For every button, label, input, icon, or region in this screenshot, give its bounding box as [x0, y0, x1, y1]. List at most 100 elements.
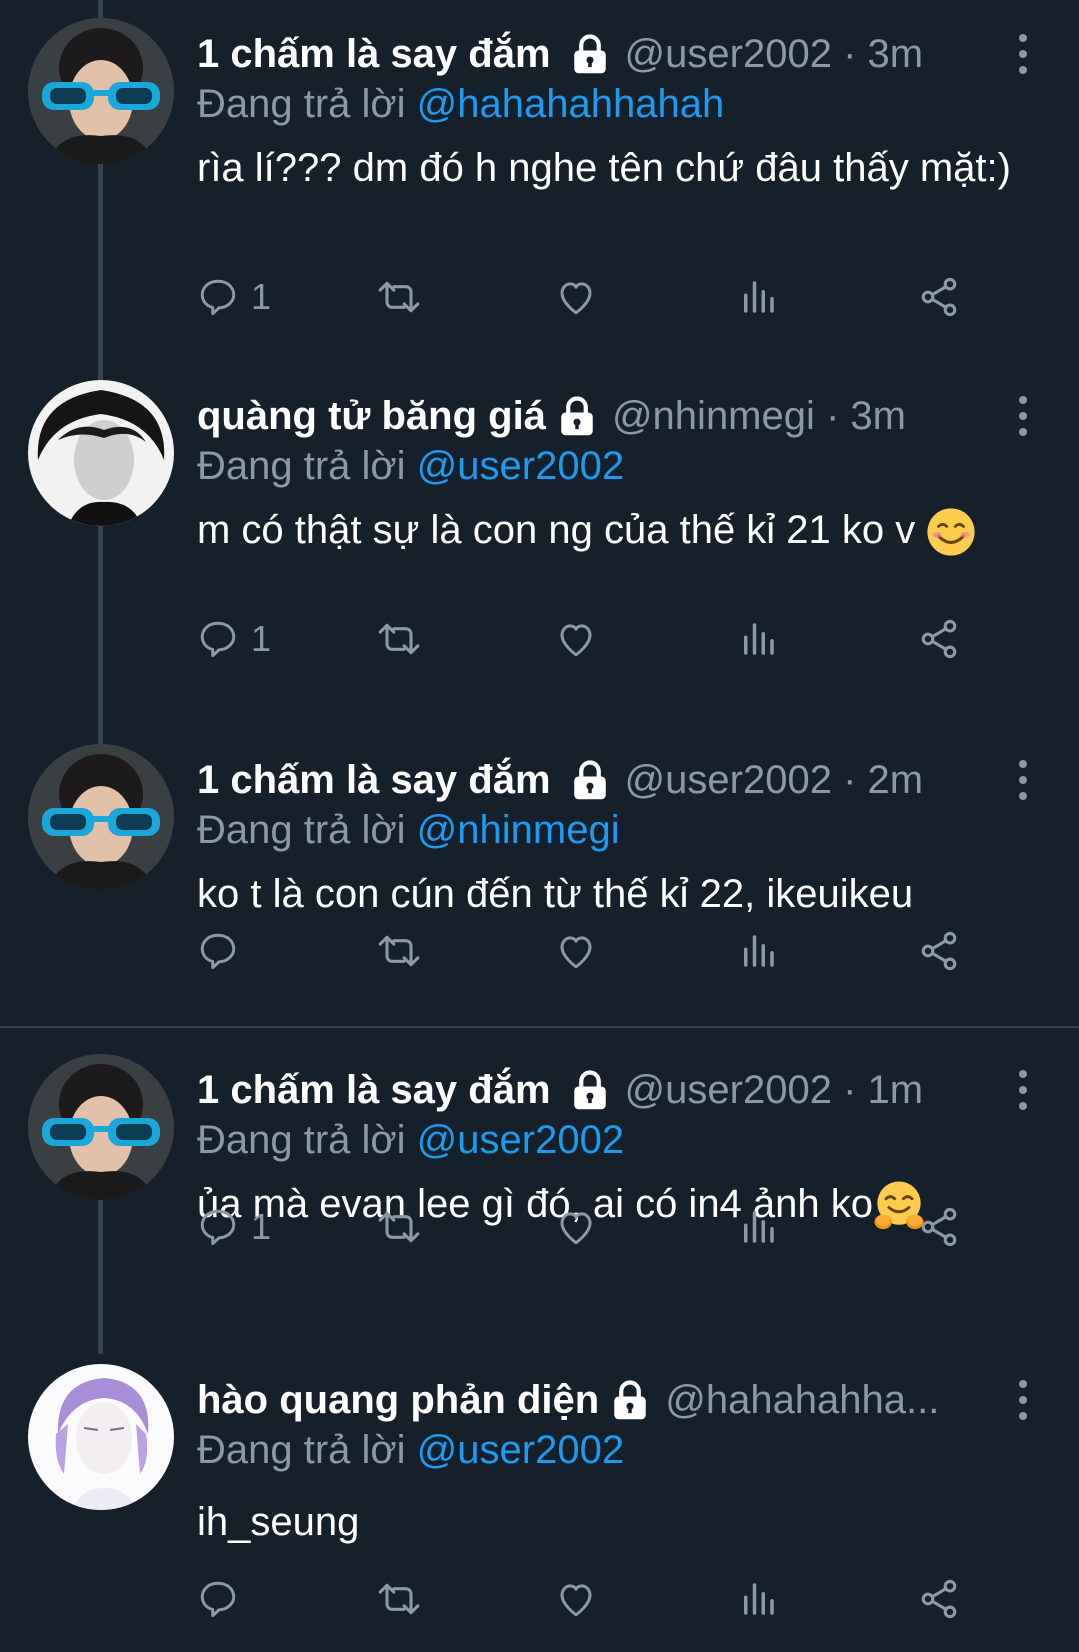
- tweet[interactable]: quàng tử băng giá @nhinmegi · 3m Đang tr…: [0, 364, 1079, 724]
- tweet[interactable]: 1 chấm là say đắm @user2002 · 3m Đang tr…: [0, 2, 1079, 362]
- avatar[interactable]: [28, 744, 174, 890]
- mention-link[interactable]: @hahahahhahah: [417, 82, 725, 126]
- avatar-blue-sunglasses-image: [28, 18, 174, 164]
- more-options-icon[interactable]: [1011, 32, 1035, 76]
- handle-and-time[interactable]: @user2002 · 2m: [625, 758, 924, 803]
- share-button[interactable]: [917, 1574, 961, 1624]
- reply-prefix: Đang trả lời: [197, 444, 406, 488]
- action-bar: [197, 1574, 1017, 1624]
- more-options-icon[interactable]: [1011, 758, 1035, 802]
- reply-icon: [200, 933, 236, 970]
- tweet-text-content: ih_seung: [197, 1500, 360, 1544]
- views-button[interactable]: [737, 272, 779, 322]
- tweet-text: ko t là con cún đến từ thế kỉ 22, ikeuik…: [197, 868, 1017, 920]
- lock-icon: [573, 34, 606, 74]
- more-options-icon[interactable]: [1011, 394, 1035, 438]
- retweet-button[interactable]: [375, 926, 423, 976]
- tweet-text: m có thật sự là con ng của thế kỉ 21 ko …: [197, 504, 1017, 557]
- heart-icon: [560, 1584, 592, 1617]
- like-button[interactable]: [555, 614, 597, 664]
- share-button[interactable]: [917, 272, 961, 322]
- mention-link[interactable]: @user2002: [417, 444, 624, 488]
- tweet[interactable]: 1 chấm là say đắm @user2002 · 2m Đang tr…: [0, 728, 1079, 1028]
- tweet-text: ih_seung: [197, 1496, 1017, 1548]
- tweet-text-content: m có thật sự là con ng của thế kỉ 21 ko …: [197, 508, 916, 552]
- reply-prefix: Đang trả lời: [197, 808, 406, 852]
- avatar-blue-sunglasses-image: [28, 1054, 174, 1200]
- share-icon: [921, 1207, 957, 1247]
- like-button[interactable]: [555, 272, 597, 322]
- display-name[interactable]: 1 chấm là say đắm: [197, 1068, 551, 1113]
- avatar[interactable]: [28, 18, 174, 164]
- tweet-header: 1 chấm là say đắm @user2002 · 2m: [197, 750, 989, 810]
- display-name[interactable]: quàng tử băng giá: [197, 394, 546, 439]
- like-button[interactable]: [555, 1574, 597, 1624]
- handle-and-time[interactable]: @hahahahha...: [665, 1378, 939, 1423]
- tweet-header: 1 chấm là say đắm @user2002 · 3m: [197, 24, 989, 84]
- tweet-text-content: ko t là con cún đến từ thế kỉ 22, ikeuik…: [197, 872, 914, 916]
- more-options-icon[interactable]: [1011, 1378, 1035, 1422]
- avatar[interactable]: [28, 1364, 174, 1510]
- views-button[interactable]: [737, 614, 779, 664]
- like-button[interactable]: [555, 926, 597, 976]
- reply-icon: [200, 279, 236, 316]
- handle-and-time[interactable]: @user2002 · 3m: [625, 32, 924, 77]
- views-button[interactable]: [737, 926, 779, 976]
- display-name[interactable]: hào quang phản diện: [197, 1378, 599, 1423]
- lock-icon: [573, 760, 606, 800]
- analytics-icon: [744, 281, 774, 313]
- reply-icon: [200, 1209, 236, 1246]
- avatar[interactable]: [28, 1054, 174, 1200]
- retweet-icon: [378, 1211, 420, 1243]
- like-button[interactable]: [555, 1202, 597, 1252]
- reply-button[interactable]: 1: [197, 614, 271, 664]
- retweet-button[interactable]: [375, 1574, 423, 1624]
- reply-button[interactable]: [197, 1574, 251, 1624]
- retweet-button[interactable]: [375, 614, 423, 664]
- share-icon: [921, 931, 957, 971]
- avatar[interactable]: [28, 380, 174, 526]
- share-button[interactable]: [917, 926, 961, 976]
- retweet-button[interactable]: [375, 272, 423, 322]
- mention-link[interactable]: @nhinmegi: [417, 808, 620, 852]
- tweet[interactable]: hào quang phản diện @hahahahha... Đang t…: [0, 1348, 1079, 1652]
- lock-icon: [573, 1070, 606, 1110]
- more-options-icon[interactable]: [1011, 1068, 1035, 1112]
- reply-prefix: Đang trả lời: [197, 1428, 406, 1472]
- lock-icon: [561, 396, 593, 436]
- reply-prefix: Đang trả lời: [197, 82, 406, 126]
- share-icon: [921, 277, 957, 317]
- reply-button[interactable]: 1: [197, 272, 271, 322]
- action-bar: 1: [197, 1202, 1017, 1252]
- views-button[interactable]: [737, 1574, 779, 1624]
- retweet-button[interactable]: [375, 1202, 423, 1252]
- share-icon: [921, 1579, 957, 1619]
- analytics-icon: [744, 1211, 774, 1243]
- mention-link[interactable]: @user2002: [417, 1118, 624, 1162]
- reply-count: 1: [251, 276, 272, 317]
- thread-divider: [0, 1026, 1079, 1028]
- display-name[interactable]: 1 chấm là say đắm: [197, 758, 551, 803]
- handle-and-time[interactable]: @nhinmegi · 3m: [612, 394, 906, 439]
- action-bar: [197, 926, 1017, 976]
- smiling-face-emoji: [927, 508, 976, 557]
- reply-button[interactable]: 1: [197, 1202, 271, 1252]
- retweet-icon: [378, 935, 420, 967]
- tweet[interactable]: 1 chấm là say đắm @user2002 · 1m Đang tr…: [0, 1038, 1079, 1348]
- handle-and-time[interactable]: @user2002 · 1m: [625, 1068, 924, 1113]
- heart-icon: [560, 936, 592, 969]
- replying-to: Đang trả lời @nhinmegi: [197, 808, 620, 853]
- mention-link[interactable]: @user2002: [417, 1428, 624, 1472]
- share-button[interactable]: [917, 1202, 961, 1252]
- views-button[interactable]: [737, 1202, 779, 1252]
- reply-icon: [200, 621, 236, 658]
- replying-to: Đang trả lời @user2002: [197, 1428, 624, 1473]
- reply-button[interactable]: [197, 926, 251, 976]
- share-button[interactable]: [917, 614, 961, 664]
- analytics-icon: [744, 1583, 774, 1615]
- retweet-icon: [378, 281, 420, 313]
- share-icon: [921, 619, 957, 659]
- heart-icon: [560, 282, 592, 315]
- display-name[interactable]: 1 chấm là say đắm: [197, 32, 551, 77]
- heart-icon: [560, 1212, 592, 1245]
